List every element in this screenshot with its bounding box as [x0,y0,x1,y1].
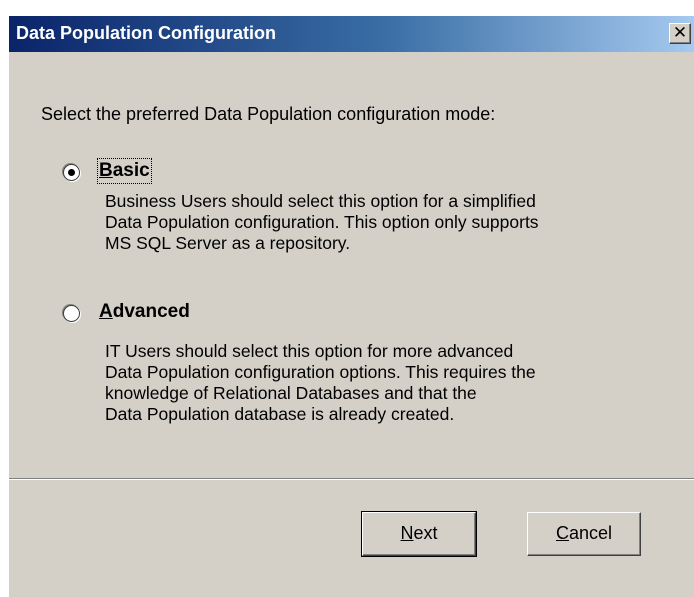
basic-label-accel: B [99,160,113,181]
advanced-description-line: Data Population configuration options. T… [105,362,536,382]
window-title: Data Population Configuration [16,23,276,43]
basic-description-line: MS SQL Server as a repository. [105,233,351,253]
title-bar[interactable]: Data Population Configuration ✕ [9,16,694,52]
next-button[interactable]: Next [361,511,477,557]
cancel-button-accel: C [555,523,569,543]
separator-highlight [9,479,694,480]
basic-radio[interactable] [63,164,80,181]
basic-description: Business Users should select this option… [105,191,694,254]
basic-description-line: Business Users should select this option… [105,191,536,211]
basic-description-line: Data Population configuration. This opti… [105,212,539,232]
advanced-description-line: Data Population database is already crea… [105,404,455,424]
prompt-text: Select the preferred Data Population con… [41,104,496,124]
basic-label[interactable]: Basic [97,158,152,184]
dialog-window: Data Population Configuration ✕ Select t… [8,15,694,597]
basic-label-rest: asic [112,160,150,181]
next-button-rest: ext [413,523,438,543]
radio-selected-dot [68,169,75,176]
close-icon: ✕ [672,23,688,43]
next-button-accel: N [400,523,414,543]
advanced-label-accel: A [99,301,113,322]
advanced-description-line: IT Users should select this option for m… [105,341,514,361]
advanced-description-line: knowledge of Relational Databases and th… [105,383,477,403]
cancel-button-rest: ancel [568,523,613,543]
cancel-button[interactable]: Cancel [527,512,641,556]
advanced-label-rest: dvanced [112,301,190,322]
advanced-description: IT Users should select this option for m… [105,341,694,425]
advanced-radio[interactable] [63,305,80,322]
close-button[interactable]: ✕ [669,23,691,44]
advanced-label[interactable]: Advanced [99,301,190,323]
